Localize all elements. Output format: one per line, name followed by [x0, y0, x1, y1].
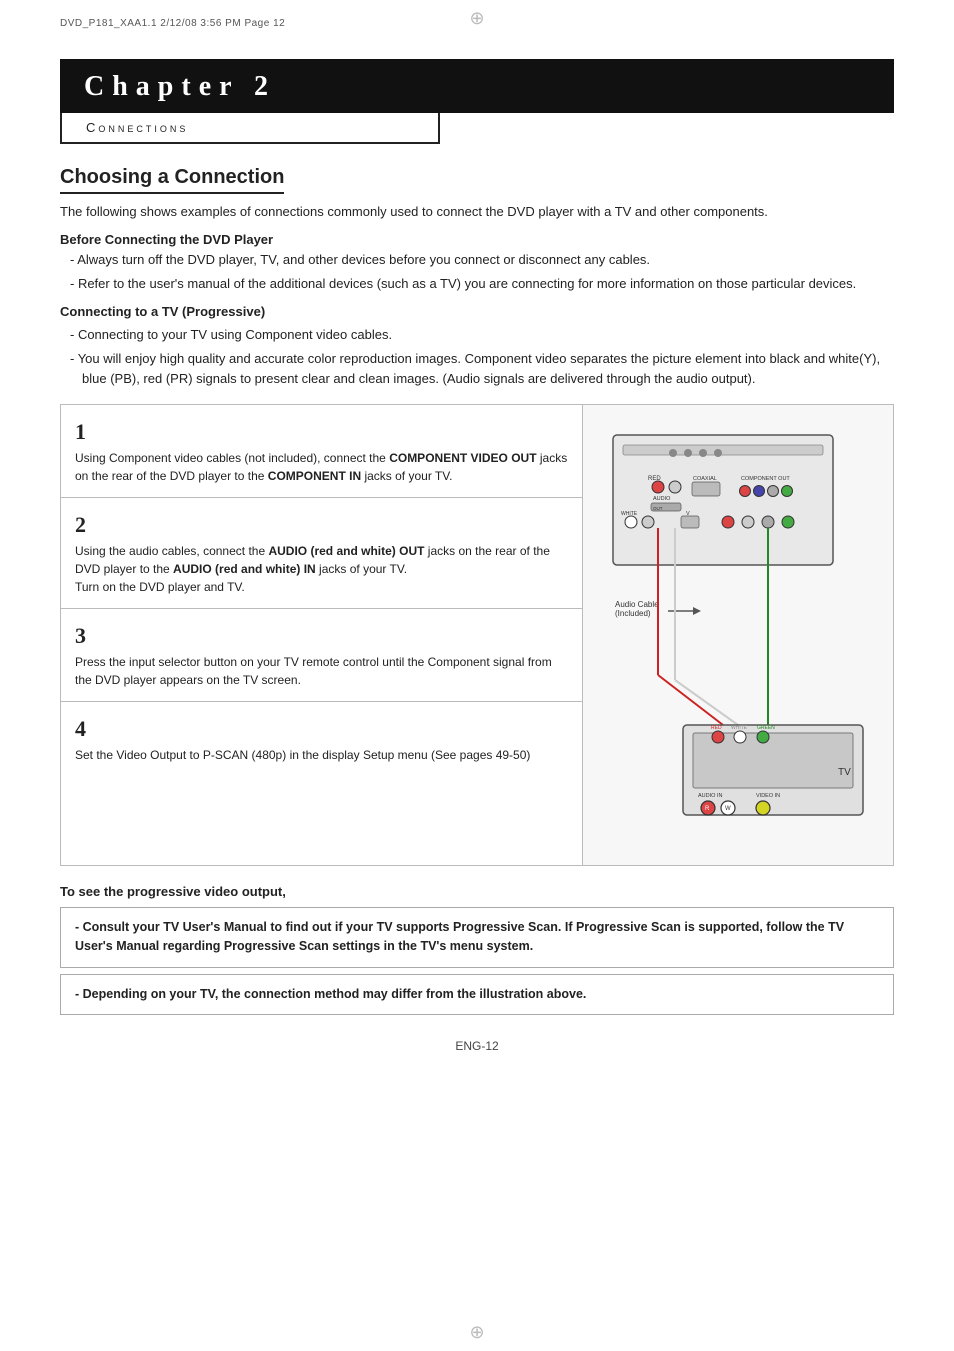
steps-list: 1 Using Component video cables (not incl…: [61, 405, 583, 865]
step-4: 4 Set the Video Output to P-SCAN (480p) …: [61, 702, 582, 776]
page: ⊕ ⊕ DVD_P181_XAA1.1 2/12/08 3:56 PM Page…: [0, 0, 954, 1351]
before-bullet-1: - Always turn off the DVD player, TV, an…: [70, 250, 894, 270]
progressive-note-1: - Consult your TV User's Manual to find …: [60, 907, 894, 968]
svg-text:GREEN: GREEN: [757, 725, 775, 731]
step-1-num: 1: [75, 419, 568, 445]
progressive-note-heading: To see the progressive video output,: [60, 884, 894, 899]
svg-text:W: W: [725, 806, 731, 812]
step-4-text: Set the Video Output to P-SCAN (480p) in…: [75, 746, 568, 764]
chapter-subtitle: Connections: [60, 113, 440, 144]
chapter-box: Chapter 2 Connections: [60, 59, 894, 144]
note1-bold: - Consult your TV User's Manual to find …: [75, 920, 844, 953]
step-2: 2 Using the audio cables, connect the AU…: [61, 498, 582, 609]
before-bullet-2: - Refer to the user's manual of the addi…: [70, 274, 894, 294]
tv-heading: Connecting to a TV (Progressive): [60, 304, 894, 319]
svg-text:AUDIO IN: AUDIO IN: [698, 793, 722, 799]
cross-bottom-mark: ⊕: [469, 1322, 484, 1343]
step-3: 3 Press the input selector button on you…: [61, 609, 582, 702]
intro-text: The following shows examples of connecti…: [60, 202, 894, 222]
svg-text:COMPONENT OUT: COMPONENT OUT: [741, 476, 790, 482]
step-1: 1 Using Component video cables (not incl…: [61, 405, 582, 498]
svg-text:TV: TV: [838, 767, 851, 778]
svg-text:RED: RED: [711, 725, 722, 731]
svg-text:Audio Cable: Audio Cable: [615, 600, 659, 609]
step-4-num: 4: [75, 716, 568, 742]
svg-text:(Included): (Included): [615, 609, 651, 618]
progressive-note-2: - Depending on your TV, the connection m…: [60, 974, 894, 1015]
section-title: Choosing a Connection: [60, 166, 284, 194]
chapter-title: Chapter 2: [60, 59, 894, 113]
step-1-text: Using Component video cables (not includ…: [75, 449, 568, 485]
note2-bold: - Depending on your TV, the connection m…: [75, 987, 586, 1001]
svg-text:OUT: OUT: [653, 506, 663, 511]
svg-text:R: R: [705, 806, 710, 812]
connection-diagram-svg: RED AUDIO OUT COAXIAL COMPONENT OUT WHIT: [593, 415, 883, 855]
step-3-num: 3: [75, 623, 568, 649]
step-2-num: 2: [75, 512, 568, 538]
before-heading: Before Connecting the DVD Player: [60, 232, 894, 247]
cross-top-mark: ⊕: [469, 8, 484, 29]
svg-text:COAXIAL: COAXIAL: [693, 476, 717, 482]
page-number: ENG-12: [60, 1039, 894, 1053]
svg-text:AUDIO: AUDIO: [653, 496, 671, 502]
tv-bullet-1: - Connecting to your TV using Component …: [70, 325, 894, 345]
step-3-text: Press the input selector button on your …: [75, 653, 568, 689]
progressive-note-section: To see the progressive video output, - C…: [60, 884, 894, 1015]
connection-diagram: RED AUDIO OUT COAXIAL COMPONENT OUT WHIT: [583, 405, 893, 865]
steps-diagram-container: 1 Using Component video cables (not incl…: [60, 404, 894, 866]
svg-text:WHITE: WHITE: [731, 725, 748, 731]
step-2-text: Using the audio cables, connect the AUDI…: [75, 542, 568, 596]
svg-text:VIDEO IN: VIDEO IN: [756, 793, 780, 799]
tv-bullet-2: - You will enjoy high quality and accura…: [70, 349, 894, 388]
